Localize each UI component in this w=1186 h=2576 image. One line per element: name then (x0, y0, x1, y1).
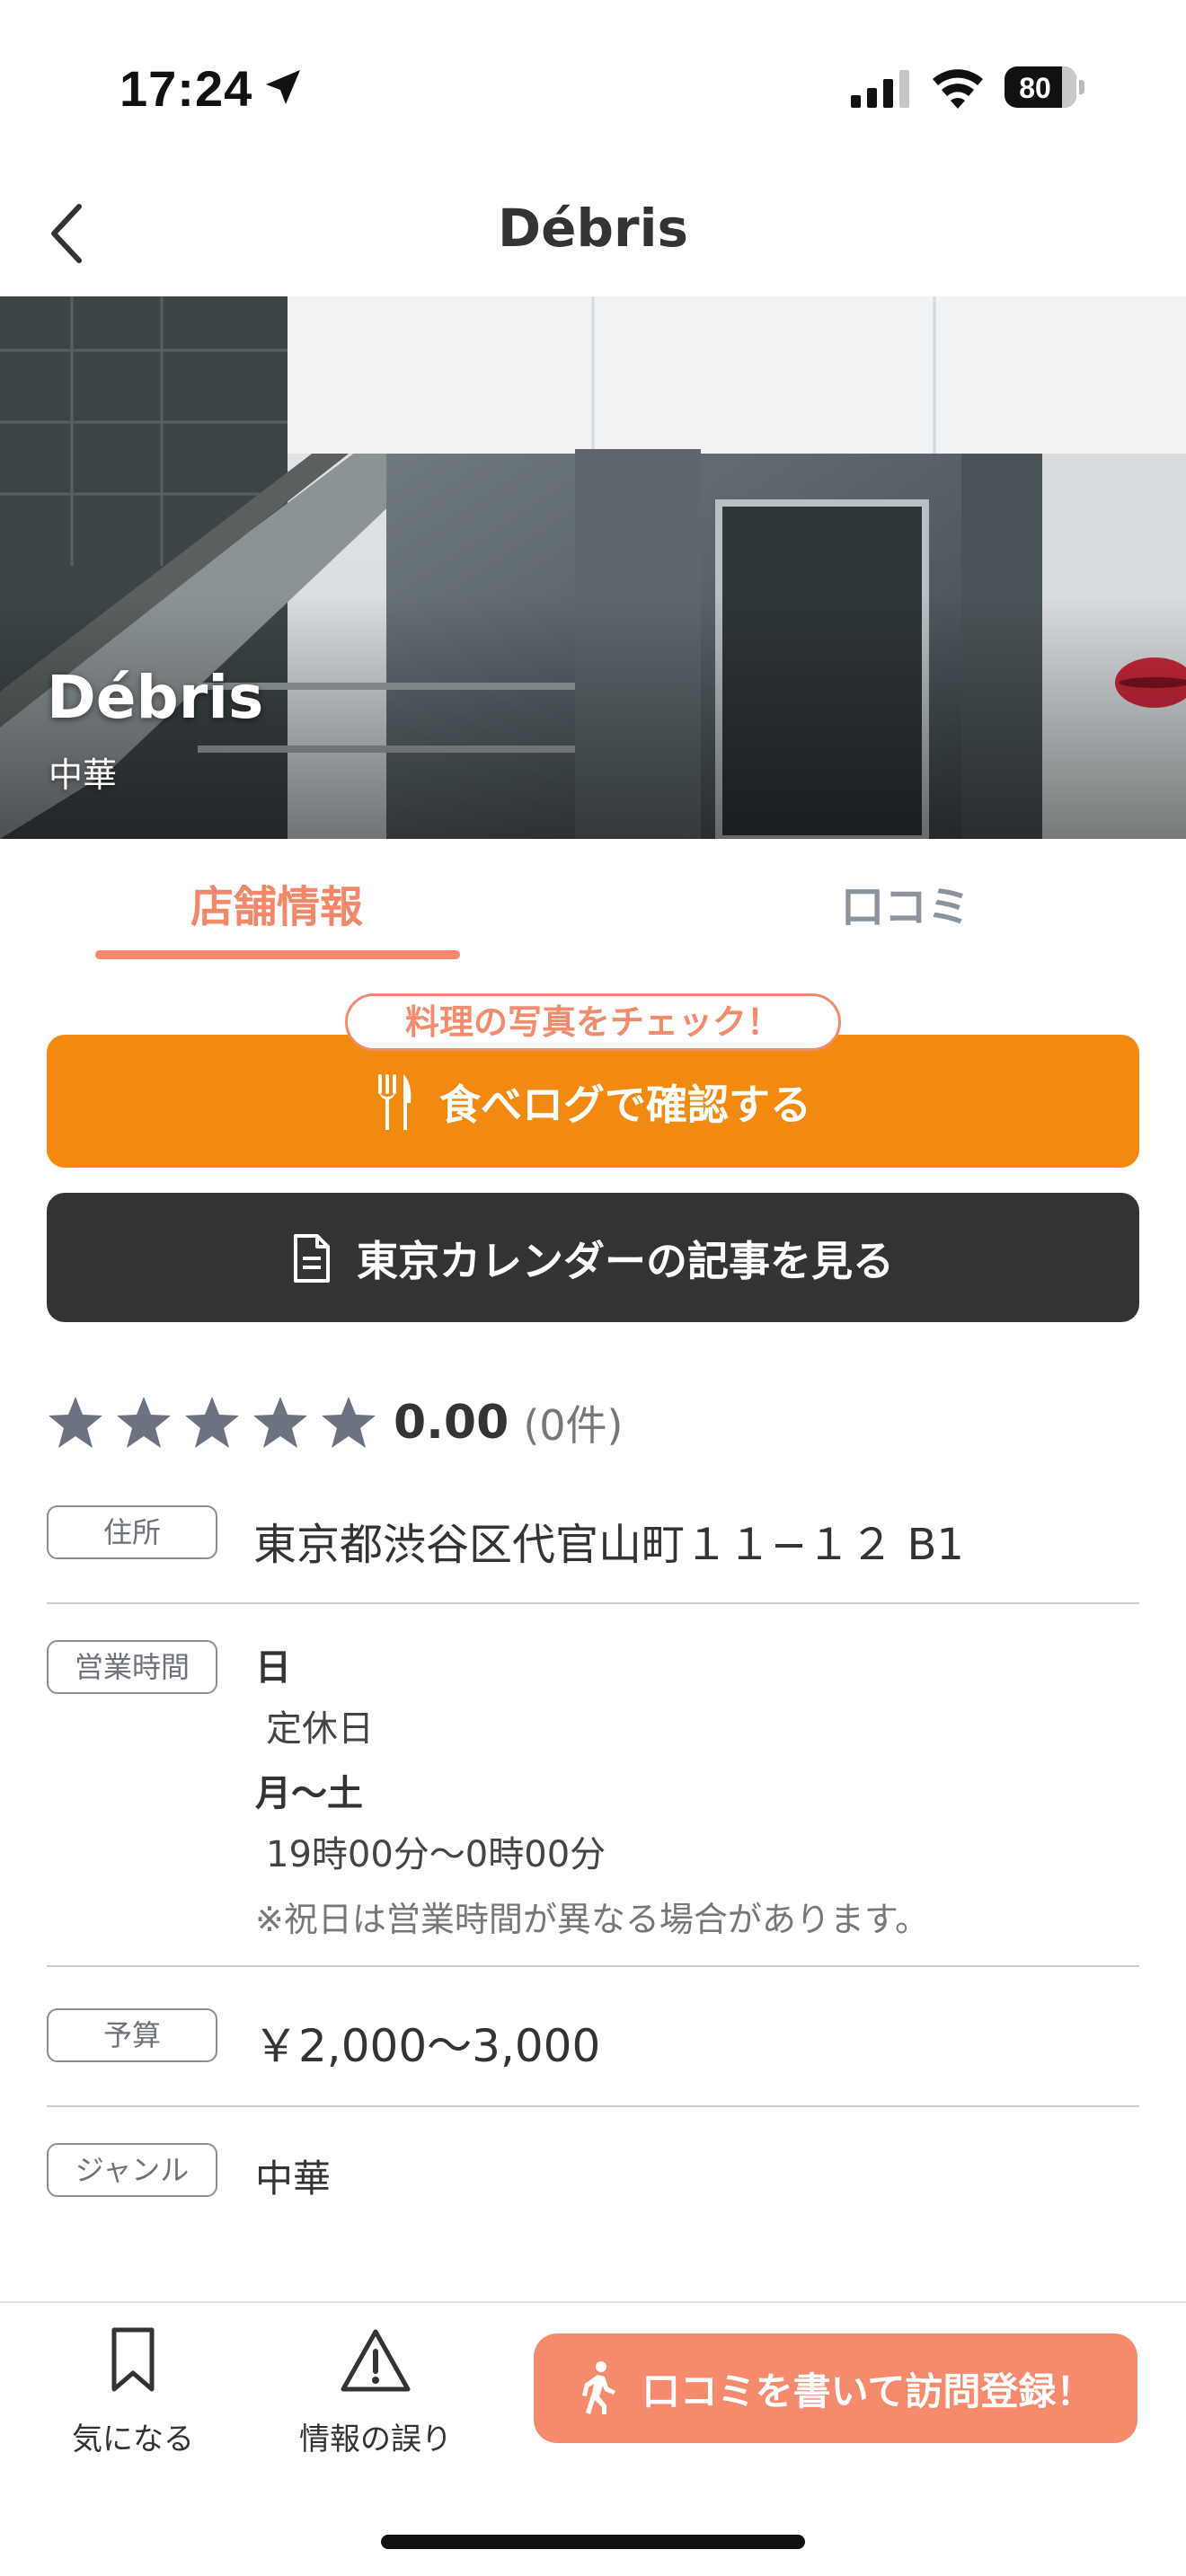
rating-count: (0件) (523, 1401, 624, 1450)
divider (47, 1602, 1139, 1604)
star-icon (49, 1397, 102, 1448)
divider (47, 2105, 1139, 2107)
document-icon (294, 1234, 330, 1283)
rating: 0.00 (0件) (47, 1390, 623, 1455)
hours-label: 営業時間 (47, 1640, 217, 1694)
page-title: Débris (497, 198, 688, 259)
budget-value: ￥2,000〜3,000 (253, 2020, 601, 2072)
wifi-icon (933, 69, 983, 109)
write-review-label: 口コミを書いて訪問登録！ (642, 2369, 1094, 2413)
hours-note: ※祝日は営業時間が異なる場合があります。 (255, 1900, 930, 1939)
hours-time: 19時00分〜0時00分 (266, 1834, 606, 1875)
star-icon (185, 1397, 239, 1448)
nav-header: Débris (0, 171, 1186, 296)
favorite-label: 気になる (72, 2422, 194, 2457)
restaurant-genre: 中華 (49, 755, 118, 795)
storefront-photo (0, 296, 1186, 839)
warning-icon (341, 2329, 411, 2392)
photo-check-badge: 料理の写真をチェック！ (345, 993, 841, 1051)
report-error-label: 情報の誤り (299, 2422, 452, 2457)
divider (47, 1965, 1139, 1967)
report-error-button[interactable]: 情報の誤り (268, 2326, 483, 2458)
favorite-button[interactable]: 気になる (25, 2326, 241, 2458)
address-label: 住所 (47, 1505, 217, 1559)
hours-time: 定休日 (266, 1708, 374, 1750)
restaurant-name: Débris (47, 663, 264, 732)
tabelog-button[interactable]: 食べログで確認する (47, 1035, 1139, 1168)
hours-block: 日 定休日 月〜土 19時00分〜0時00分 ※祝日は営業時間が異なる場合があり… (255, 1636, 929, 1951)
home-indicator (381, 2535, 805, 2549)
write-review-visit-button[interactable]: 口コミを書いて訪問登録！ (534, 2333, 1137, 2443)
star-icon (117, 1397, 171, 1448)
genre-label: ジャンル (47, 2143, 217, 2197)
article-button[interactable]: 東京カレンダーの記事を見る (47, 1193, 1139, 1322)
active-tab-indicator (95, 950, 460, 959)
rating-score: 0.00 (394, 1396, 509, 1450)
star-icon (322, 1397, 376, 1448)
battery-icon: 80 (1005, 66, 1084, 108)
star-icon (253, 1397, 307, 1448)
status-bar: 17:24 80 (0, 0, 1186, 171)
tab-store-info[interactable]: 店舗情報 (43, 871, 510, 934)
article-label: 東京カレンダーの記事を見る (357, 1237, 894, 1285)
fork-knife-icon (378, 1074, 412, 1130)
tab-bar: 店舗情報 口コミ (0, 839, 1186, 965)
hero-image: Débris 中華 (0, 296, 1186, 839)
cellular-signal-icon (851, 70, 909, 108)
address-value: 東京都渋谷区代官山町１１−１２ B1 (253, 1520, 964, 1570)
tabelog-label: 食べログで確認する (439, 1081, 811, 1129)
location-arrow-icon (266, 70, 300, 104)
genre-value: 中華 (255, 2157, 332, 2201)
walking-person-icon (581, 2361, 615, 2414)
status-time: 17:24 (119, 60, 253, 117)
budget-label: 予算 (47, 2008, 217, 2062)
bookmark-icon (111, 2327, 155, 2392)
hours-day: 日 (255, 1647, 291, 1689)
hours-day: 月〜土 (255, 1773, 363, 1814)
tab-reviews[interactable]: 口コミ (672, 871, 1139, 934)
battery-level: 80 (1019, 72, 1051, 104)
